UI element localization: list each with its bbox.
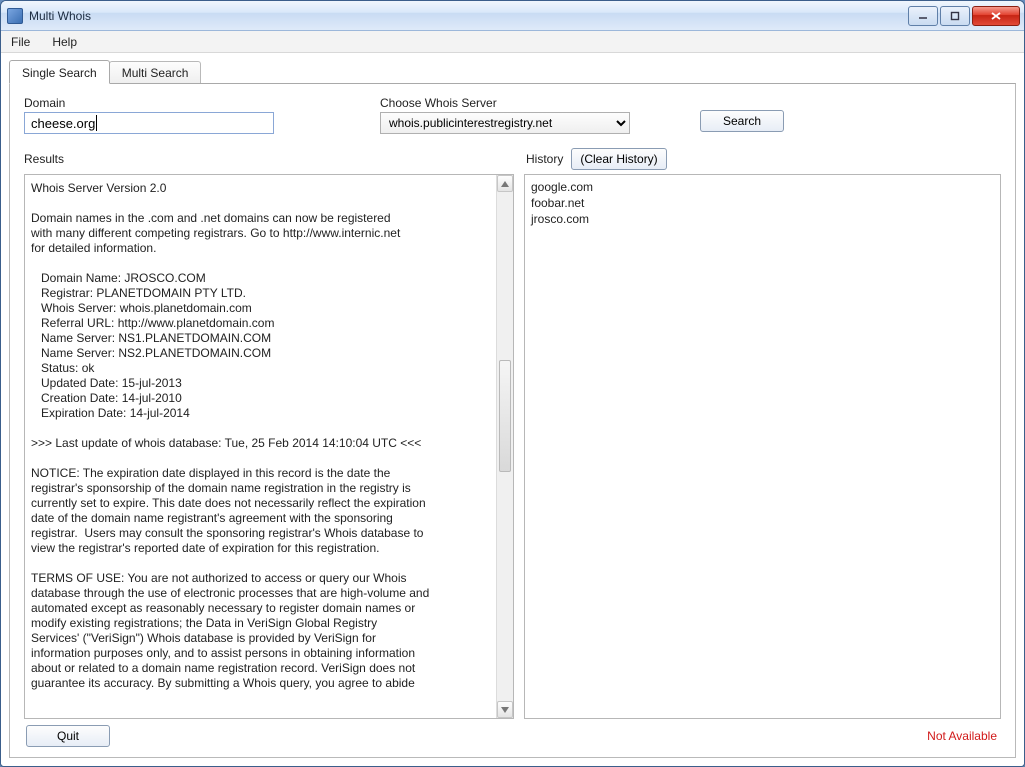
status-text: Not Available (927, 729, 1001, 743)
chevron-down-icon (501, 707, 509, 713)
history-item[interactable]: google.com (531, 179, 994, 195)
titlebar: Multi Whois (1, 1, 1024, 31)
close-icon (990, 11, 1002, 21)
history-label: History (526, 152, 563, 166)
tab-multi-search[interactable]: Multi Search (109, 61, 202, 83)
app-window: Multi Whois File Help Single Search Mult… (0, 0, 1025, 767)
maximize-button[interactable] (940, 6, 970, 26)
search-button[interactable]: Search (700, 110, 784, 132)
tab-single-search[interactable]: Single Search (9, 60, 110, 84)
menu-file[interactable]: File (7, 33, 34, 51)
history-item[interactable]: foobar.net (531, 195, 994, 211)
scroll-up-button[interactable] (497, 175, 513, 192)
window-title: Multi Whois (29, 9, 91, 23)
footer: Quit Not Available (24, 719, 1001, 747)
tab-panel-single: Domain Choose Whois Server whois.publici… (9, 83, 1016, 758)
scroll-track[interactable] (497, 192, 513, 701)
results-panel: Whois Server Version 2.0 Domain names in… (24, 174, 514, 719)
menubar: File Help (1, 31, 1024, 53)
minimize-button[interactable] (908, 6, 938, 26)
chevron-up-icon (501, 181, 509, 187)
whois-server-select[interactable]: whois.publicinterestregistry.net (380, 112, 630, 134)
tabstrip: Single Search Multi Search (9, 59, 1016, 83)
history-panel[interactable]: google.com foobar.net jrosco.com (524, 174, 1001, 719)
minimize-icon (918, 11, 928, 21)
domain-label: Domain (24, 96, 360, 110)
scroll-thumb[interactable] (499, 360, 511, 472)
clear-history-button[interactable]: (Clear History) (571, 148, 666, 170)
domain-input[interactable] (24, 112, 274, 134)
scroll-down-button[interactable] (497, 701, 513, 718)
history-item[interactable]: jrosco.com (531, 211, 994, 227)
close-button[interactable] (972, 6, 1020, 26)
app-icon (7, 8, 23, 24)
results-text[interactable]: Whois Server Version 2.0 Domain names in… (25, 175, 496, 718)
results-scrollbar[interactable] (496, 175, 513, 718)
quit-button[interactable]: Quit (26, 725, 110, 747)
results-label: Results (24, 152, 518, 166)
server-label: Choose Whois Server (380, 96, 680, 110)
window-controls (908, 6, 1020, 26)
maximize-icon (950, 11, 960, 21)
menu-help[interactable]: Help (48, 33, 81, 51)
content-area: Single Search Multi Search Domain Choose… (1, 53, 1024, 766)
